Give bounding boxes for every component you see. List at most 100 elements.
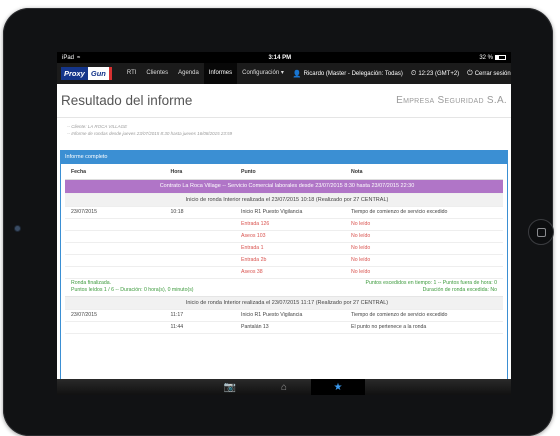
wifi-icon: ≈ [77, 54, 81, 61]
cell-punto: Entrada 1 [235, 242, 345, 255]
cell-punto: Aseos 38 [235, 266, 345, 279]
camera-tab[interactable]: 📷 [203, 379, 257, 395]
nav-configuracion-label: Configuración [242, 70, 280, 76]
app-logo[interactable]: Proxy Gun [61, 67, 112, 80]
cell-nota: El punto no pertenece a la ronda [345, 321, 503, 334]
summary-on-time: Puntos escedidos en tiempo: 1 -- Puntos … [365, 280, 498, 286]
round-summary-row: Ronda finalizada. Puntos leídos 1 / 6 --… [65, 278, 503, 297]
cell-punto: Inicio R1 Puesto Vigilancia [235, 206, 345, 219]
cell-fecha [65, 321, 165, 334]
cell-nota: No leído [345, 254, 503, 267]
table-row: 23/07/2015 11:17 Inicio R1 Puesto Vigila… [65, 309, 503, 322]
summary-exceeded: Duración de ronda excedida: No [422, 287, 497, 293]
company-name: Empresa Seguridad S.A. [396, 95, 507, 106]
logo-gun: Gun [87, 67, 112, 80]
favorites-tab[interactable]: ★ [311, 379, 365, 395]
panel-title: Informe completo [61, 151, 507, 164]
cell-fecha: 23/07/2015 [65, 206, 165, 219]
camera-lens [15, 226, 20, 231]
round-start-row: Inicio de ronda Interior realizada el 23… [65, 296, 503, 310]
cell-hora [164, 254, 235, 267]
table-row: 11:44 Pantalán 13 El punto no pertenece … [65, 321, 503, 334]
col-punto: Punto [235, 166, 345, 180]
summary-finished: Ronda finalizada. [71, 280, 112, 286]
cell-fecha [65, 254, 165, 267]
page-title: Resultado del informe [61, 93, 193, 108]
cell-nota: No leído [345, 230, 503, 243]
page-header: Resultado del informe Empresa Seguridad … [57, 84, 511, 118]
ios-status-bar: iPad ≈ 3:14 PM 32 % [57, 52, 511, 63]
round-start-row: Inicio de ronda Interior realizada el 23… [65, 193, 503, 207]
cell-fecha [65, 230, 165, 243]
report-meta: -- Cliente: LA ROCA VILLAGE -- Informe d… [57, 118, 511, 152]
cell-nota: No leído [345, 218, 503, 231]
timezone-label: 12:23 (GMT+2) [418, 70, 460, 77]
summary-right: Puntos escedidos en tiempo: 1 -- Puntos … [235, 278, 503, 297]
round-start-text: Inicio de ronda Interior realizada el 23… [65, 296, 503, 310]
cell-punto: Inicio R1 Puesto Vigilancia [235, 309, 345, 322]
report-table: Fecha Hora Punto Nota Contrato La Roca V… [65, 166, 503, 334]
cell-punto: Aseos 103 [235, 230, 345, 243]
cell-nota: Tiempo de comienzo de servicio excedido [345, 206, 503, 219]
table-row: Entrada 2b No leído [65, 254, 503, 267]
table-row: 23/07/2015 10:18 Inicio R1 Puesto Vigila… [65, 206, 503, 219]
report-panel: Informe completo Fecha Hora Punto Nota C… [60, 150, 508, 395]
cell-hora: 11:17 [164, 309, 235, 322]
table-row: Entrada 126 No leído [65, 218, 503, 231]
meta-range: -- Informe de rondas desde jueves 23/07/… [67, 131, 233, 136]
cell-hora [164, 266, 235, 279]
nav-configuracion[interactable]: Configuración ▾ [237, 63, 289, 84]
meta-client: -- Cliente: LA ROCA VILLAGE [67, 124, 128, 129]
clock: 3:14 PM [268, 54, 292, 61]
cell-fecha: 23/07/2015 [65, 309, 165, 322]
nav-clientes[interactable]: Clientes [141, 63, 173, 84]
camera-icon: 📷 [223, 381, 237, 393]
star-icon: ★ [333, 381, 343, 393]
user-icon: 👤 [292, 70, 302, 78]
logout-button[interactable]: ⏻ Cerrar sesión [463, 70, 511, 78]
cell-fecha [65, 218, 165, 231]
table-header-row: Fecha Hora Punto Nota [65, 166, 503, 180]
table-row: Aseos 103 No leído [65, 230, 503, 243]
battery-percent: 32 % [479, 54, 493, 61]
nav-agenda[interactable]: Agenda [173, 63, 204, 84]
table-row: Entrada 1 No leído [65, 242, 503, 255]
timezone-clock[interactable]: ⏲ 12:23 (GMT+2) [407, 70, 463, 78]
user-name: Ricardo (Master - Delegación: Todas) [303, 70, 403, 77]
screen: iPad ≈ 3:14 PM 32 % Proxy Gun RTI Client… [57, 52, 511, 395]
nav-informes[interactable]: Informes [203, 63, 238, 84]
battery-icon [495, 55, 506, 60]
cell-punto: Entrada 2b [235, 254, 345, 267]
top-navbar: Proxy Gun RTI Clientes Agenda Informes C… [57, 63, 511, 84]
cell-hora [164, 230, 235, 243]
summary-read-points: Puntos leídos 1 / 6 -- Duración: 0 hora(… [71, 287, 194, 293]
col-nota: Nota [345, 166, 503, 180]
col-hora: Hora [164, 166, 235, 180]
home-tab[interactable]: ⌂ [257, 379, 311, 395]
cell-hora: 11:44 [164, 321, 235, 334]
nav-rti[interactable]: RTI [122, 63, 142, 84]
round-start-text: Inicio de ronda Interior realizada el 23… [65, 193, 503, 207]
cell-fecha [65, 242, 165, 255]
cell-punto: Entrada 126 [235, 218, 345, 231]
cell-punto: Pantalán 13 [235, 321, 345, 334]
contract-text: Contrato La Roca Village -- Servicio Com… [65, 179, 503, 194]
logout-label: Cerrar sesión [474, 70, 511, 77]
device-label: iPad [62, 54, 75, 61]
cell-hora [164, 218, 235, 231]
home-icon: ⌂ [280, 381, 288, 393]
power-icon: ⏻ [467, 69, 473, 77]
clock-icon: ⏲ [410, 69, 417, 77]
logo-proxy: Proxy [61, 67, 88, 80]
bottom-tab-bar: 📷 ⌂ ★ [57, 379, 511, 395]
col-fecha: Fecha [65, 166, 165, 180]
cell-hora: 10:18 [164, 206, 235, 219]
user-menu[interactable]: 👤 Ricardo (Master - Delegación: Todas) [289, 70, 407, 78]
summary-left: Ronda finalizada. Puntos leídos 1 / 6 --… [65, 278, 235, 297]
cell-nota: No leído [345, 266, 503, 279]
home-button[interactable] [528, 219, 554, 245]
caret-down-icon: ▾ [279, 70, 284, 76]
contract-row: Contrato La Roca Village -- Servicio Com… [65, 179, 503, 194]
cell-nota: Tiempo de comienzo de servicio excedido [345, 309, 503, 322]
table-row: Aseos 38 No leído [65, 266, 503, 279]
